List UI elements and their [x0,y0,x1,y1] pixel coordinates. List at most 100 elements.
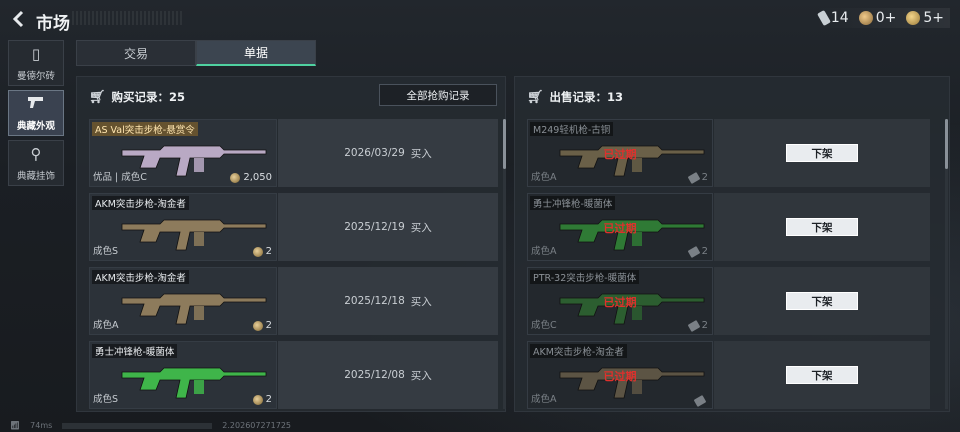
ticket-icon [687,171,700,184]
item-thumbnail[interactable]: AS Val突击步枪-悬赏令 优品 | 成色C 2,050 [89,119,277,187]
expired-label: 已过期 [603,296,637,309]
purchase-scrollbar[interactable] [503,119,506,409]
sale-info: 下架 [714,119,930,187]
weapon-image [121,367,267,399]
currency-card[interactable]: 14 [816,9,849,27]
item-thumbnail[interactable]: 勇士冲锋枪-暖菌体 成色S 2 [89,341,277,409]
item-name: AKM突击步枪-淘金者 [92,270,189,284]
item-quality: 成色S [93,394,119,405]
expired-label: 已过期 [603,222,637,235]
currency-coin-value: 0+ [875,10,897,26]
sidebar-item-charms[interactable]: ⚲ 典藏挂饰 [8,140,64,186]
tab-bar: 交易 单据 [76,40,316,66]
item-name: M249轻机枪-古铜 [530,122,614,136]
price-value: 2 [701,172,708,183]
item-name: PTR-32突击步枪-暖菌体 [530,270,640,284]
purchase-row[interactable]: AKM突击步枪-淘金者 成色S 2 2025/12/19 买入 [89,193,498,261]
sidebar: ▯ 曼德尔砖 典藏外观 ⚲ 典藏挂饰 [8,40,66,190]
currency-card-value: 14 [830,10,849,26]
price-value: 2,050 [243,172,272,183]
item-thumbnail[interactable]: AKM突击步枪-淘金者 成色S 2 [89,193,277,261]
purchase-info: 2025/12/18 买入 [278,267,498,335]
version-text: 2.202607271725 [222,421,292,430]
sale-header: 🛒︎ 出售记录：13 [527,89,623,105]
sale-title: 出售记录：13 [549,90,624,104]
sale-row[interactable]: 勇士冲锋枪-暖菌体 已过期 成色A 2 下架 [527,193,930,261]
delist-button[interactable]: 下架 [786,218,858,236]
all-snipe-records-button[interactable]: 全部抢购记录 [379,84,497,106]
purchase-action: 买入 [410,295,432,308]
purchase-action: 买入 [410,147,432,160]
scrollbar-thumb[interactable] [503,119,506,169]
delist-button[interactable]: 下架 [786,366,858,384]
item-name: AKM突击步枪-淘金者 [92,196,189,210]
purchase-panel: 🛒︎ 购买记录：25 全部抢购记录 AS Val突击步枪-悬赏令 优品 | 成色C… [76,76,506,412]
item-thumbnail[interactable]: M249轻机枪-古铜已过期成色A 2 [527,119,713,187]
item-quality: 成色A [531,172,557,183]
charm-icon: ⚲ [30,145,42,163]
purchase-action: 买入 [410,369,432,382]
sale-list: M249轻机枪-古铜 已过期 成色A 2 下架 勇士冲锋枪-暖菌体 已过期 成色A 2 下架 PTR… [527,119,930,415]
sale-row[interactable]: AKM突击步枪-淘金者 已过期 成色A 下架 [527,341,930,409]
cart-icon: 🛒︎ [89,89,106,105]
sale-row[interactable]: M249轻机枪-古铜已过期成色A 2 下架 [527,119,930,187]
purchase-list: AS Val突击步枪-悬赏令 优品 | 成色C 2,050 2026/03/29 买入 A… [89,119,498,415]
currency-gold[interactable]: 5+ [906,10,944,26]
purchase-title: 购买记录：25 [111,90,186,104]
purchase-row[interactable]: AS Val突击步枪-悬赏令 优品 | 成色C 2,050 2026/03/29 买入 [89,119,498,187]
ticket-icon [687,319,700,332]
item-thumbnail[interactable]: AKM突击步枪-淘金者 已过期 成色A [527,341,713,409]
sale-icon: 🛒︎ [527,89,544,105]
purchase-row[interactable]: AKM突击步枪-淘金者 成色A 2 2025/12/18 买入 [89,267,498,335]
tab-orders[interactable]: 单据 [196,40,316,66]
back-arrow-icon[interactable] [10,9,30,29]
purchase-row[interactable]: 勇士冲锋枪-暖菌体 成色S 2 2025/12/08 买入 [89,341,498,409]
purchase-info: 2026/03/29 买入 [278,119,498,187]
item-price [693,395,708,407]
sale-panel: 🛒︎ 出售记录：13 M249轻机枪-古铜 已过期 成色A 2 下架 勇士冲锋枪-暖菌体已… [514,76,950,412]
item-price: 2 [687,319,708,332]
price-value: 2 [701,320,708,331]
expired-label: 已过期 [603,148,637,161]
purchase-date: 2025/12/08 [344,369,405,381]
sale-info: 下架 [714,341,930,409]
item-price: 2 [252,246,272,257]
currency-bar: 14 0+ 5+ [813,8,950,28]
price-value: 2 [701,246,708,257]
blurred-id [62,422,213,429]
sale-row[interactable]: PTR-32突击步枪-暖菌体 已过期 成色C 2 下架 [527,267,930,335]
item-thumbnail[interactable]: AKM突击步枪-淘金者 成色A 2 [89,267,277,335]
item-quality: 成色S [93,246,119,257]
item-price: 2 [687,245,708,258]
tab-trade[interactable]: 交易 [76,40,196,66]
ping-text: 74ms [30,421,53,430]
pistol-icon [27,95,45,113]
delist-button[interactable]: 下架 [786,144,858,162]
item-quality: 优品 | 成色C [93,172,147,183]
sale-scrollbar[interactable] [945,119,948,409]
item-quality: 成色A [93,320,119,331]
purchase-date: 2025/12/19 [344,221,405,233]
wifi-icon: 📶︎ [10,421,21,430]
sidebar-item-brick[interactable]: ▯ 曼德尔砖 [8,40,64,86]
gold-coin-icon [906,11,921,25]
item-price: 2 [252,320,272,331]
scrollbar-thumb[interactable] [945,119,948,169]
purchase-header: 🛒︎ 购买记录：25 [89,89,185,105]
purchase-date: 2025/12/18 [344,295,405,307]
coin-icon [230,172,241,183]
item-thumbnail[interactable]: 勇士冲锋枪-暖菌体 已过期 成色A 2 [527,193,713,261]
ticket-icon [687,245,700,258]
price-value: 2 [265,320,272,331]
coin-icon [858,11,873,25]
coin-icon [252,320,263,331]
sale-info: 下架 [714,193,930,261]
delist-button[interactable]: 下架 [786,292,858,310]
purchase-action: 买入 [410,221,432,234]
coin-icon [252,394,263,405]
purchase-info: 2025/12/19 买入 [278,193,498,261]
currency-coin[interactable]: 0+ [858,10,897,26]
sidebar-item-skins[interactable]: 典藏外观 [8,90,64,136]
item-price: 2,050 [230,172,272,183]
item-thumbnail[interactable]: PTR-32突击步枪-暖菌体 已过期 成色C 2 [527,267,713,335]
